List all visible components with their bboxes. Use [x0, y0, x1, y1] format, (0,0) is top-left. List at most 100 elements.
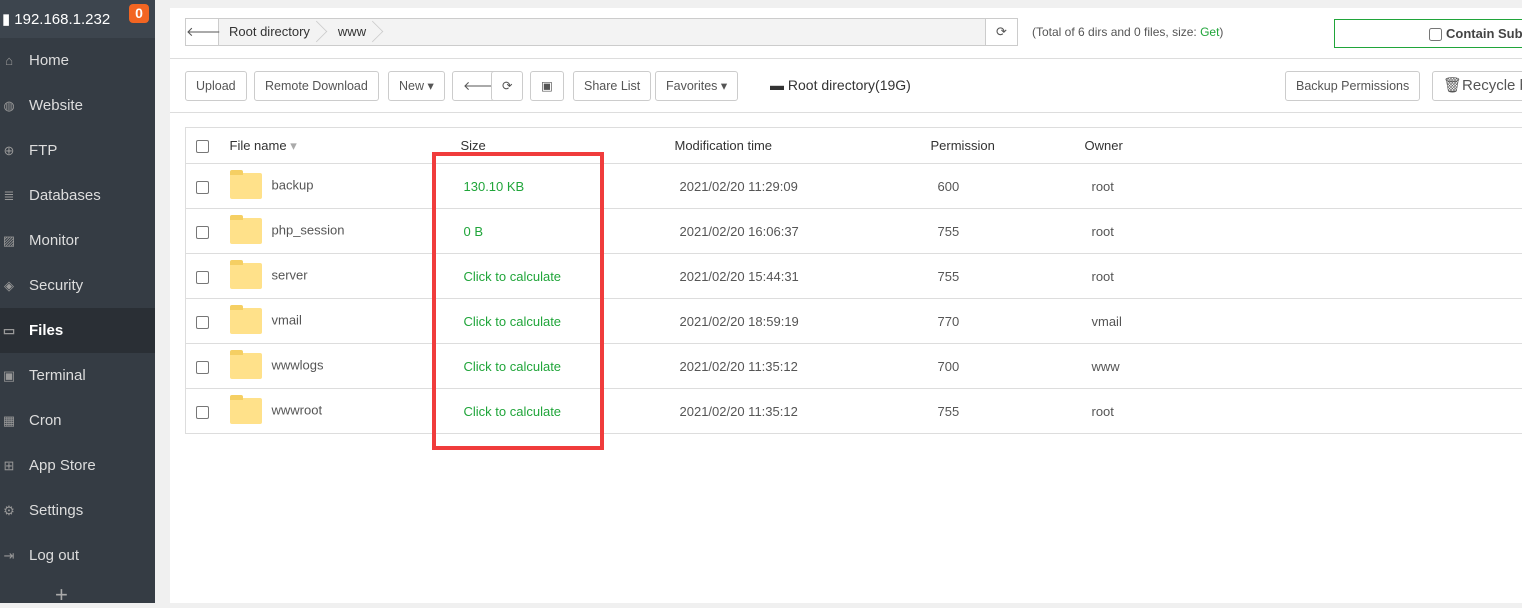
app-store-icon: ⊞ [2, 458, 16, 474]
modification-time: 2021/02/20 15:44:31 [675, 254, 931, 299]
table-row[interactable]: server Click to calculate 2021/02/20 15:… [186, 254, 1522, 299]
row-checkbox[interactable] [196, 316, 209, 329]
breadcrumb-root[interactable]: Root directory [219, 19, 328, 45]
file-name[interactable]: server [272, 267, 308, 282]
home-icon: ⌂ [2, 53, 16, 68]
sidebar-item-label: Website [29, 97, 83, 114]
sidebar-item-settings[interactable]: ⚙ Settings [0, 488, 155, 533]
get-size-link[interactable]: Get [1200, 25, 1219, 39]
owner[interactable]: www [1085, 344, 1522, 389]
owner[interactable]: root [1085, 254, 1522, 299]
backup-permissions-button[interactable]: Backup Permissions [1285, 71, 1420, 101]
settings-icon: ⚙ [2, 503, 16, 519]
file-name[interactable]: vmail [272, 312, 302, 327]
row-checkbox[interactable] [196, 271, 209, 284]
sidebar-item-label: App Store [29, 457, 96, 474]
divider [170, 58, 1522, 59]
ftp-icon: ⊕ [2, 143, 16, 159]
notification-badge[interactable]: 0 [129, 4, 149, 23]
recycle-bin-button[interactable]: 🗑Recycle b [1432, 71, 1522, 101]
add-icon[interactable]: + [55, 582, 68, 608]
terminal-button[interactable]: ▣ [530, 71, 564, 101]
folder-icon [230, 173, 262, 199]
select-all-checkbox[interactable] [196, 140, 209, 153]
sidebar-item-label: Files [29, 322, 63, 339]
file-manager: 🡐 Root directory www ⟳ (Total of 6 dirs … [170, 8, 1522, 603]
breadcrumb-www[interactable]: www [328, 19, 384, 45]
highlight-box [432, 152, 604, 450]
owner[interactable]: vmail [1085, 299, 1522, 344]
file-name[interactable]: backup [272, 177, 314, 192]
permission[interactable]: 755 [931, 209, 1085, 254]
row-checkbox[interactable] [196, 406, 209, 419]
sidebar-item-label: Settings [29, 502, 83, 519]
col-permission[interactable]: Permission [931, 128, 1085, 164]
folder-icon [230, 218, 262, 244]
contain-subdir-label: Contain Subd [1446, 26, 1522, 41]
contain-subdir-checkbox[interactable] [1429, 28, 1442, 41]
file-name[interactable]: wwwroot [272, 402, 323, 417]
sidebar-item-app-store[interactable]: ⊞ App Store [0, 443, 155, 488]
permission[interactable]: 755 [931, 389, 1085, 434]
owner[interactable]: root [1085, 209, 1522, 254]
table-row[interactable]: wwwlogs Click to calculate 2021/02/20 11… [186, 344, 1522, 389]
row-checkbox[interactable] [196, 361, 209, 374]
file-name[interactable]: wwwlogs [272, 357, 324, 372]
contain-subdir-option[interactable]: Contain Subd [1334, 19, 1522, 48]
divider [170, 112, 1522, 113]
permission[interactable]: 700 [931, 344, 1085, 389]
permission[interactable]: 755 [931, 254, 1085, 299]
table-row[interactable]: php_session 0 B 2021/02/20 16:06:37 755 … [186, 209, 1522, 254]
sidebar-item-terminal[interactable]: ▣Terminal [0, 353, 155, 398]
sidebar-item-monitor[interactable]: ▨Monitor [0, 218, 155, 263]
modification-time: 2021/02/20 11:35:12 [675, 344, 931, 389]
share-list-button[interactable]: Share List [573, 71, 651, 101]
sidebar-item-files[interactable]: ▭ Files [0, 308, 155, 353]
owner[interactable]: root [1085, 164, 1522, 209]
sidebar-item-home[interactable]: ⌂Home [0, 38, 155, 83]
recycle-label: Recycle b [1462, 77, 1522, 94]
sidebar-item-databases[interactable]: ≣Databases [0, 173, 155, 218]
file-name[interactable]: php_session [272, 222, 345, 237]
remote-download-button[interactable]: Remote Download [254, 71, 379, 101]
favorites-button[interactable]: Favorites ▾ [655, 71, 738, 101]
col-file-name-label: File name [230, 138, 287, 153]
root-directory-label: ▬ Root directory(19G) [770, 77, 911, 93]
folder-icon [230, 353, 262, 379]
dir-summary: (Total of 6 dirs and 0 files, size: Get) [1032, 25, 1223, 39]
table-row[interactable]: vmail Click to calculate 2021/02/20 18:5… [186, 299, 1522, 344]
files-icon: ▭ [2, 323, 16, 339]
folder-icon [230, 308, 262, 334]
row-checkbox[interactable] [196, 181, 209, 194]
back-button[interactable]: 🡐 [186, 19, 219, 45]
sidebar-item-label: Cron [29, 412, 62, 429]
table-row[interactable]: backup 130.10 KB 2021/02/20 11:29:09 600… [186, 164, 1522, 209]
sidebar: ▮192.168.1.232 0 ⌂Home◍Website⊕FTP≣Datab… [0, 0, 155, 603]
sidebar-item-log-out[interactable]: ⇥Log out [0, 533, 155, 578]
upload-button[interactable]: Upload [185, 71, 247, 101]
col-owner[interactable]: Owner [1085, 128, 1522, 164]
folder-icon [230, 398, 262, 424]
sidebar-item-website[interactable]: ◍Website [0, 83, 155, 128]
sidebar-item-label: FTP [29, 142, 57, 159]
table-row[interactable]: wwwroot Click to calculate 2021/02/20 11… [186, 389, 1522, 434]
new-button[interactable]: New ▾ [388, 71, 445, 101]
col-file-name[interactable]: File name ▾ [221, 128, 461, 164]
sidebar-item-label: Terminal [29, 367, 86, 384]
sidebar-item-cron[interactable]: ▦Cron [0, 398, 155, 443]
owner[interactable]: root [1085, 389, 1522, 434]
refresh-path-button[interactable]: ⟳ [985, 18, 1018, 46]
disk-icon: ▬ [770, 77, 788, 93]
server-ip: 192.168.1.232 [14, 11, 110, 28]
modification-time: 2021/02/20 18:59:19 [675, 299, 931, 344]
databases-icon: ≣ [2, 188, 16, 204]
permission[interactable]: 770 [931, 299, 1085, 344]
folder-icon [230, 263, 262, 289]
row-checkbox[interactable] [196, 226, 209, 239]
sidebar-item-security[interactable]: ◈Security [0, 263, 155, 308]
refresh-button[interactable]: ⟳ [491, 71, 523, 101]
permission[interactable]: 600 [931, 164, 1085, 209]
col-mtime[interactable]: Modification time [675, 128, 931, 164]
sidebar-item-ftp[interactable]: ⊕ FTP [0, 128, 155, 173]
file-table: File name ▾ Size Modification time Permi… [185, 127, 1522, 434]
